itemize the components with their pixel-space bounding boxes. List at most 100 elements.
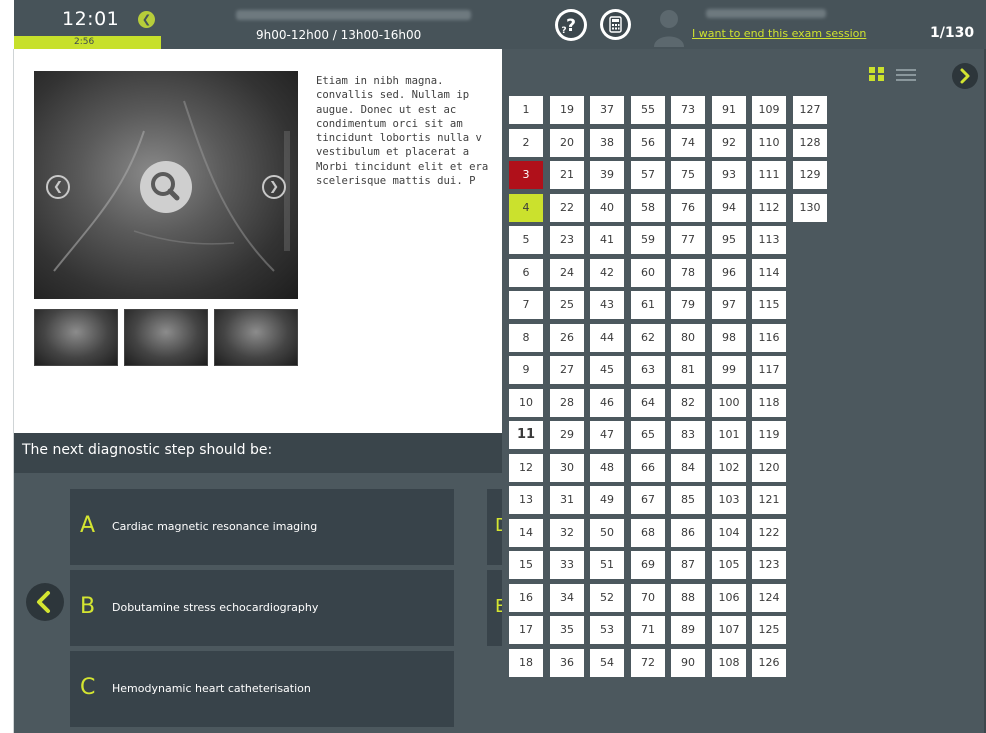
question-number-52[interactable]: 52 bbox=[590, 584, 624, 612]
question-number-83[interactable]: 83 bbox=[671, 421, 705, 449]
question-number-65[interactable]: 65 bbox=[631, 421, 665, 449]
question-number-32[interactable]: 32 bbox=[550, 519, 584, 547]
question-number-18[interactable]: 18 bbox=[509, 649, 543, 677]
question-number-117[interactable]: 117 bbox=[752, 356, 786, 384]
question-number-113[interactable]: 113 bbox=[752, 226, 786, 254]
question-number-128[interactable]: 128 bbox=[793, 129, 827, 157]
question-number-129[interactable]: 129 bbox=[793, 161, 827, 189]
question-number-39[interactable]: 39 bbox=[590, 161, 624, 189]
question-number-119[interactable]: 119 bbox=[752, 421, 786, 449]
question-number-77[interactable]: 77 bbox=[671, 226, 705, 254]
question-number-49[interactable]: 49 bbox=[590, 486, 624, 514]
question-number-125[interactable]: 125 bbox=[752, 616, 786, 644]
question-number-115[interactable]: 115 bbox=[752, 291, 786, 319]
question-number-61[interactable]: 61 bbox=[631, 291, 665, 319]
question-number-82[interactable]: 82 bbox=[671, 389, 705, 417]
question-number-58[interactable]: 58 bbox=[631, 194, 665, 222]
question-number-74[interactable]: 74 bbox=[671, 129, 705, 157]
question-number-12[interactable]: 12 bbox=[509, 454, 543, 482]
image-thumbnail[interactable] bbox=[124, 309, 208, 366]
question-number-97[interactable]: 97 bbox=[712, 291, 746, 319]
question-number-60[interactable]: 60 bbox=[631, 259, 665, 287]
question-number-67[interactable]: 67 bbox=[631, 486, 665, 514]
question-number-19[interactable]: 19 bbox=[550, 96, 584, 124]
question-number-22[interactable]: 22 bbox=[550, 194, 584, 222]
question-number-66[interactable]: 66 bbox=[631, 454, 665, 482]
question-number-55[interactable]: 55 bbox=[631, 96, 665, 124]
question-number-63[interactable]: 63 bbox=[631, 356, 665, 384]
question-number-41[interactable]: 41 bbox=[590, 226, 624, 254]
question-number-85[interactable]: 85 bbox=[671, 486, 705, 514]
question-number-25[interactable]: 25 bbox=[550, 291, 584, 319]
question-number-81[interactable]: 81 bbox=[671, 356, 705, 384]
question-number-13[interactable]: 13 bbox=[509, 486, 543, 514]
question-number-23[interactable]: 23 bbox=[550, 226, 584, 254]
question-number-69[interactable]: 69 bbox=[631, 551, 665, 579]
question-number-78[interactable]: 78 bbox=[671, 259, 705, 287]
question-number-57[interactable]: 57 bbox=[631, 161, 665, 189]
question-number-59[interactable]: 59 bbox=[631, 226, 665, 254]
question-number-100[interactable]: 100 bbox=[712, 389, 746, 417]
question-number-105[interactable]: 105 bbox=[712, 551, 746, 579]
question-number-102[interactable]: 102 bbox=[712, 454, 746, 482]
question-number-48[interactable]: 48 bbox=[590, 454, 624, 482]
question-number-31[interactable]: 31 bbox=[550, 486, 584, 514]
answer-option-a[interactable]: A Cardiac magnetic resonance imaging bbox=[70, 489, 454, 565]
question-number-106[interactable]: 106 bbox=[712, 584, 746, 612]
question-number-11[interactable]: 11 bbox=[509, 421, 543, 449]
question-number-79[interactable]: 79 bbox=[671, 291, 705, 319]
question-number-7[interactable]: 7 bbox=[509, 291, 543, 319]
question-number-36[interactable]: 36 bbox=[550, 649, 584, 677]
question-number-56[interactable]: 56 bbox=[631, 129, 665, 157]
question-number-29[interactable]: 29 bbox=[550, 421, 584, 449]
question-number-38[interactable]: 38 bbox=[590, 129, 624, 157]
xray-image[interactable]: ❮ ❯ bbox=[34, 71, 298, 299]
question-number-43[interactable]: 43 bbox=[590, 291, 624, 319]
question-number-14[interactable]: 14 bbox=[509, 519, 543, 547]
question-number-28[interactable]: 28 bbox=[550, 389, 584, 417]
question-number-37[interactable]: 37 bbox=[590, 96, 624, 124]
question-number-126[interactable]: 126 bbox=[752, 649, 786, 677]
question-number-121[interactable]: 121 bbox=[752, 486, 786, 514]
question-number-64[interactable]: 64 bbox=[631, 389, 665, 417]
question-number-86[interactable]: 86 bbox=[671, 519, 705, 547]
question-number-20[interactable]: 20 bbox=[550, 129, 584, 157]
calculator-icon[interactable] bbox=[600, 9, 631, 40]
question-number-111[interactable]: 111 bbox=[752, 161, 786, 189]
question-number-8[interactable]: 8 bbox=[509, 324, 543, 352]
question-number-103[interactable]: 103 bbox=[712, 486, 746, 514]
question-number-26[interactable]: 26 bbox=[550, 324, 584, 352]
question-number-95[interactable]: 95 bbox=[712, 226, 746, 254]
question-number-107[interactable]: 107 bbox=[712, 616, 746, 644]
question-number-2[interactable]: 2 bbox=[509, 129, 543, 157]
question-number-6[interactable]: 6 bbox=[509, 259, 543, 287]
question-number-9[interactable]: 9 bbox=[509, 356, 543, 384]
image-next-icon[interactable]: ❯ bbox=[262, 175, 286, 199]
collapse-timer-chevron-icon[interactable]: ❮ bbox=[138, 11, 155, 28]
question-number-127[interactable]: 127 bbox=[793, 96, 827, 124]
answer-option-c[interactable]: C Hemodynamic heart catheterisation bbox=[70, 651, 454, 727]
question-number-76[interactable]: 76 bbox=[671, 194, 705, 222]
question-number-99[interactable]: 99 bbox=[712, 356, 746, 384]
question-number-110[interactable]: 110 bbox=[752, 129, 786, 157]
question-number-120[interactable]: 120 bbox=[752, 454, 786, 482]
question-number-93[interactable]: 93 bbox=[712, 161, 746, 189]
question-number-109[interactable]: 109 bbox=[752, 96, 786, 124]
question-number-27[interactable]: 27 bbox=[550, 356, 584, 384]
question-number-122[interactable]: 122 bbox=[752, 519, 786, 547]
question-number-4[interactable]: 4 bbox=[509, 194, 543, 222]
question-number-130[interactable]: 130 bbox=[793, 194, 827, 222]
question-number-44[interactable]: 44 bbox=[590, 324, 624, 352]
question-number-24[interactable]: 24 bbox=[550, 259, 584, 287]
question-number-33[interactable]: 33 bbox=[550, 551, 584, 579]
grid-view-icon[interactable] bbox=[868, 66, 886, 82]
question-number-15[interactable]: 15 bbox=[509, 551, 543, 579]
question-number-34[interactable]: 34 bbox=[550, 584, 584, 612]
question-number-92[interactable]: 92 bbox=[712, 129, 746, 157]
question-number-91[interactable]: 91 bbox=[712, 96, 746, 124]
question-number-30[interactable]: 30 bbox=[550, 454, 584, 482]
help-question-icon[interactable]: ? ? bbox=[555, 9, 587, 41]
question-number-42[interactable]: 42 bbox=[590, 259, 624, 287]
question-number-124[interactable]: 124 bbox=[752, 584, 786, 612]
question-number-47[interactable]: 47 bbox=[590, 421, 624, 449]
